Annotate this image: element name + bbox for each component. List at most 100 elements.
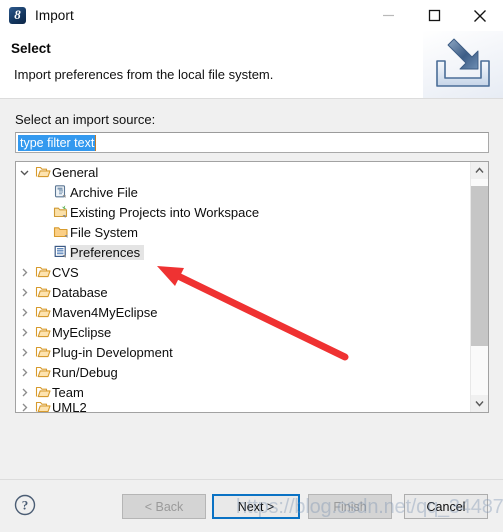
import-arrow-into-tray-icon: [423, 31, 503, 98]
file-system-folder-icon: [53, 227, 68, 238]
watermark-text: https://blog.csdn.net/qq_34487897: [236, 496, 503, 518]
window-controls: [365, 0, 503, 31]
open-folder-icon: [33, 402, 52, 412]
open-folder-icon: [35, 402, 51, 412]
open-folder-icon: [35, 266, 51, 278]
tree-item-myeclipse[interactable]: MyEclipse: [16, 322, 471, 342]
tree-twisty-collapsed[interactable]: [16, 308, 33, 317]
tree-item-label: Database: [52, 284, 108, 300]
archive-file-icon: [51, 184, 70, 200]
tree-item-label: Maven4MyEclipse: [52, 304, 158, 320]
close-button[interactable]: [457, 0, 503, 31]
open-folder-icon: [33, 324, 52, 340]
import-source-tree[interactable]: General Archive File Existing Projects int…: [15, 161, 489, 413]
scroll-track[interactable]: [471, 179, 488, 395]
tree-twisty-collapsed[interactable]: [16, 268, 33, 277]
tree-item-label: Archive File: [70, 184, 138, 200]
tree-twisty-collapsed[interactable]: [16, 388, 33, 397]
open-folder-icon: [35, 286, 51, 298]
archive-file-icon: [54, 185, 65, 198]
chevron-up-icon: [475, 167, 484, 173]
open-folder-icon: [33, 264, 52, 280]
page-title: Select: [11, 41, 51, 56]
tree-item-maven4myeclipse[interactable]: Maven4MyEclipse: [16, 302, 471, 322]
tree-twisty-collapsed[interactable]: [16, 288, 33, 297]
file-system-folder-icon: [51, 224, 70, 240]
tree-twisty-collapsed[interactable]: [16, 328, 33, 337]
open-folder-icon: [33, 384, 52, 400]
tree-item-label: Existing Projects into Workspace: [70, 204, 260, 220]
tree-item-general[interactable]: General: [16, 162, 471, 182]
chevron-right-icon: [22, 328, 28, 336]
open-folder-icon: [35, 326, 51, 338]
open-folder-icon: [35, 366, 51, 378]
open-folder-icon: [35, 306, 51, 318]
tree-item-label: Plug-in Development: [52, 344, 173, 360]
chevron-down-icon: [475, 401, 484, 407]
dialog-header: Select Import preferences from the local…: [0, 31, 503, 99]
chevron-right-icon: [22, 368, 28, 376]
svg-text:?: ?: [22, 498, 29, 513]
existing-projects-icon: [51, 204, 70, 220]
close-icon: [474, 9, 486, 22]
tree-item-file-system[interactable]: File System: [16, 222, 471, 242]
preferences-icon: [54, 245, 66, 258]
chevron-right-icon: [22, 348, 28, 356]
tree-item-label: UML2: [52, 402, 87, 412]
filter-input[interactable]: type filter text: [15, 132, 489, 153]
tree-twisty-collapsed[interactable]: [16, 348, 33, 357]
preferences-icon: [51, 244, 70, 260]
minimize-button[interactable]: [365, 0, 411, 31]
open-folder-icon: [35, 346, 51, 358]
scroll-up-button[interactable]: [471, 162, 488, 179]
tree-list[interactable]: General Archive File Existing Projects int…: [16, 162, 471, 412]
tree-item-label: CVS: [52, 264, 79, 280]
open-folder-icon: [33, 284, 52, 300]
minimize-icon: [382, 14, 394, 17]
open-folder-icon: [33, 164, 52, 180]
chevron-right-icon: [22, 288, 28, 296]
tree-item-preferences[interactable]: Preferences: [16, 242, 471, 262]
tree-item-label: Preferences: [70, 244, 145, 260]
window-title: Import: [35, 8, 74, 23]
dialog-body: Select an import source: type filter tex…: [0, 99, 503, 447]
tree-item-uml2[interactable]: UML2: [16, 402, 471, 412]
filter-input-value: type filter text: [18, 134, 97, 151]
myeclipse-icon-glyph: 8: [14, 7, 21, 22]
existing-projects-icon: [53, 205, 67, 218]
tree-item-archive-file[interactable]: Archive File: [16, 182, 471, 202]
import-source-label: Select an import source:: [15, 112, 156, 127]
tree-item-run-debug[interactable]: Run/Debug: [16, 362, 471, 382]
scroll-thumb[interactable]: [471, 186, 488, 346]
chevron-right-icon: [22, 308, 28, 316]
scroll-down-button[interactable]: [471, 395, 488, 412]
tree-item-plug-in-development[interactable]: Plug-in Development: [16, 342, 471, 362]
tree-item-cvs[interactable]: CVS: [16, 262, 471, 282]
open-folder-icon: [33, 344, 52, 360]
open-folder-icon: [35, 386, 51, 398]
tree-item-label: File System: [70, 224, 138, 240]
chevron-right-icon: [22, 388, 28, 396]
chevron-right-icon: [22, 268, 28, 276]
myeclipse-icon: 8: [9, 7, 26, 24]
help-question-icon[interactable]: ?: [14, 494, 36, 516]
tree-twisty-collapsed[interactable]: [16, 403, 33, 412]
chevron-right-icon: [22, 403, 28, 411]
open-folder-icon: [35, 166, 51, 178]
tree-item-database[interactable]: Database: [16, 282, 471, 302]
tree-item-label: MyEclipse: [52, 324, 112, 340]
open-folder-icon: [33, 304, 52, 320]
tree-twisty-collapsed[interactable]: [16, 368, 33, 377]
tree-vertical-scrollbar[interactable]: [470, 162, 488, 412]
open-folder-icon: [33, 364, 52, 380]
tree-item-label: Team: [52, 384, 84, 400]
tree-item-team[interactable]: Team: [16, 382, 471, 402]
tree-item-label: Run/Debug: [52, 364, 118, 380]
back-button[interactable]: < Back: [122, 494, 206, 519]
maximize-button[interactable]: [411, 0, 457, 31]
maximize-icon: [428, 9, 440, 22]
tree-twisty-expanded[interactable]: [16, 168, 33, 177]
tree-item-label: General: [52, 164, 99, 180]
tree-item-existing-projects-into-workspace[interactable]: Existing Projects into Workspace: [16, 202, 471, 222]
title-bar: 8 Import: [0, 0, 503, 31]
